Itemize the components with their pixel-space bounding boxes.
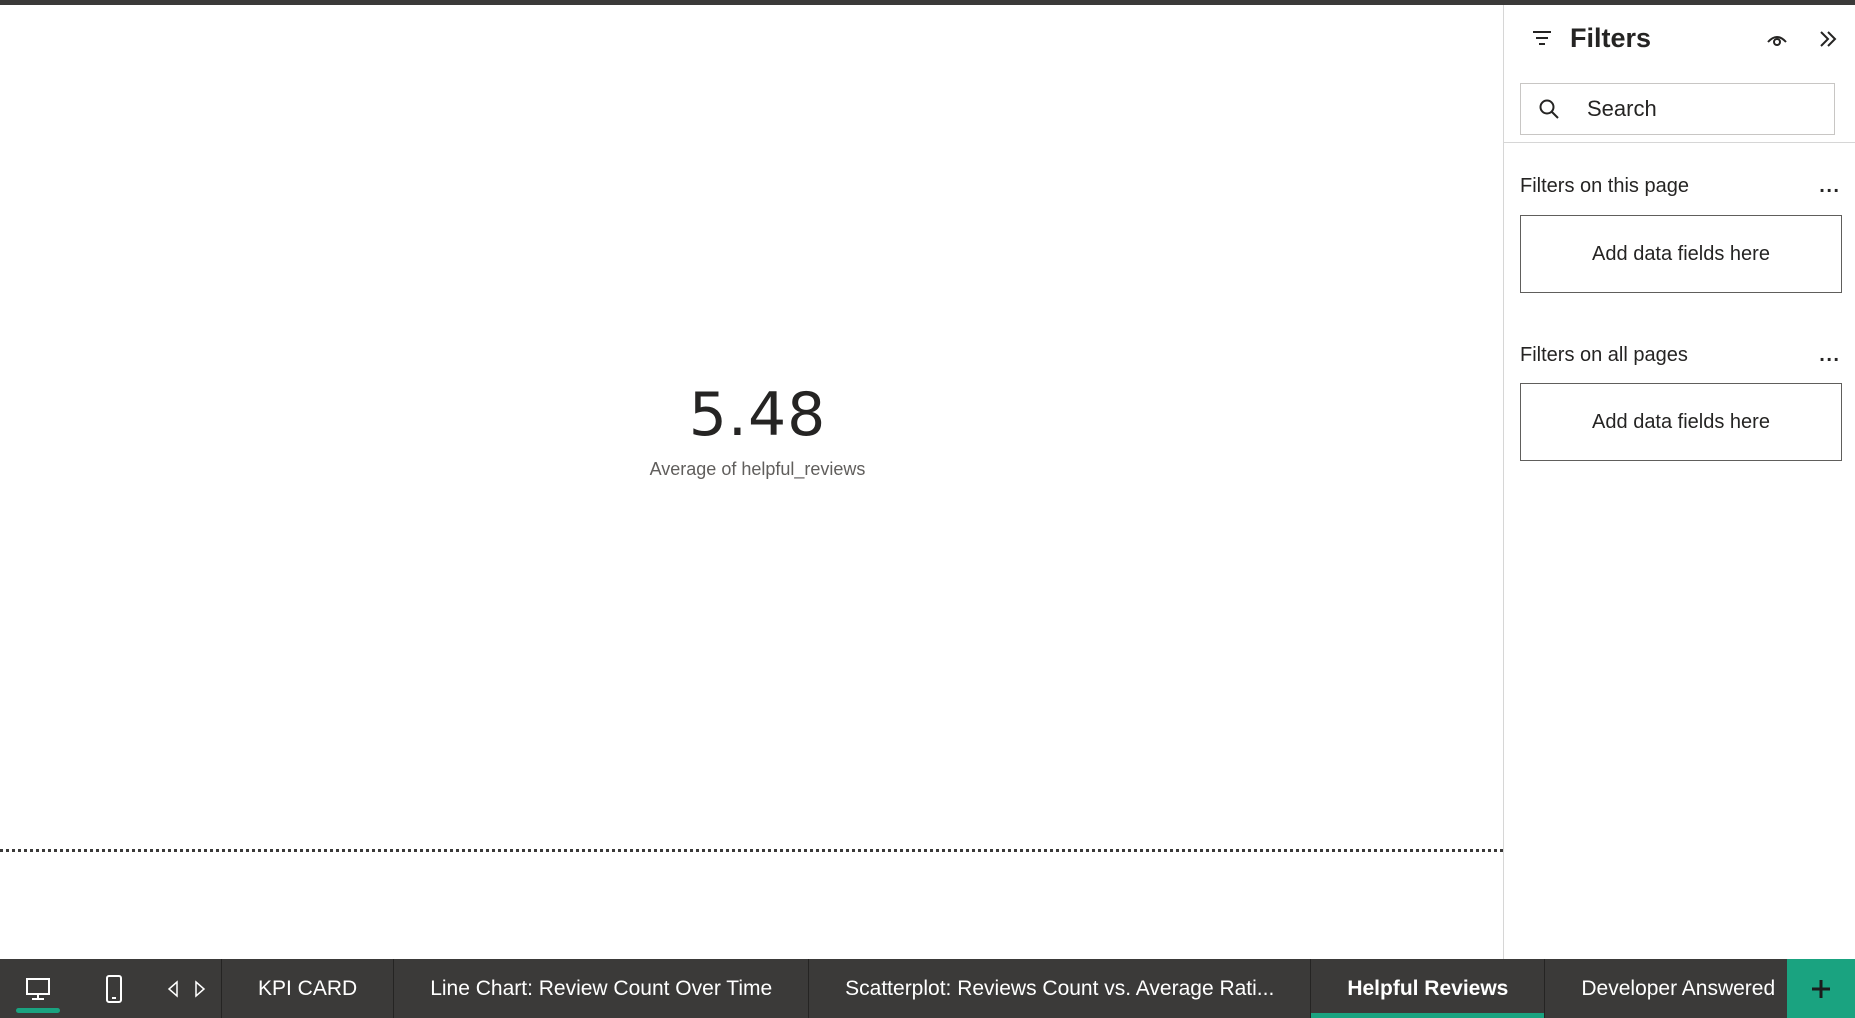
next-page-icon[interactable] (190, 979, 210, 999)
desktop-layout-button[interactable] (0, 959, 76, 1018)
add-page-button[interactable] (1787, 959, 1855, 1018)
page-tab-bar: KPI CARD Line Chart: Review Count Over T… (0, 959, 1855, 1018)
report-canvas: 5.48 Average of helpful_reviews (0, 5, 1503, 959)
filters-on-this-page-title: Filters on this page (1520, 175, 1689, 197)
tab-kpi-card[interactable]: KPI CARD (222, 959, 395, 1018)
tab-line-chart[interactable]: Line Chart: Review Count Over Time (394, 959, 810, 1018)
eye-icon[interactable] (1766, 31, 1788, 49)
filters-on-all-pages-more-button[interactable]: ... (1819, 346, 1840, 365)
page-nav-arrows (152, 959, 222, 1018)
page-boundary-line (0, 849, 1503, 852)
filters-on-all-pages-drop-well[interactable]: Add data fields here (1520, 383, 1842, 461)
tab-developer-answered[interactable]: Developer Answered (1545, 959, 1813, 1018)
tab-scatterplot[interactable]: Scatterplot: Reviews Count vs. Average R… (809, 959, 1312, 1018)
kpi-card[interactable]: 5.48 Average of helpful_reviews (0, 385, 1515, 480)
search-input[interactable] (1587, 93, 1817, 125)
filters-pane: Filters Filters on this page ... Add dat… (1503, 5, 1855, 959)
previous-page-icon[interactable] (163, 979, 183, 999)
filters-on-this-page-more-button[interactable]: ... (1819, 177, 1840, 196)
desktop-icon (26, 977, 50, 1000)
tab-helpful-reviews[interactable]: Helpful Reviews (1311, 959, 1546, 1018)
filters-on-all-pages-title: Filters on all pages (1520, 344, 1688, 366)
mobile-layout-button[interactable] (76, 959, 152, 1018)
search-icon (1539, 99, 1559, 119)
kpi-label: Average of helpful_reviews (649, 459, 866, 479)
kpi-value: 5.48 (688, 380, 827, 450)
mobile-icon (106, 974, 122, 1003)
filter-search-box[interactable] (1520, 83, 1835, 135)
filters-on-this-page-drop-well[interactable]: Add data fields here (1520, 215, 1842, 293)
filters-pane-title: Filters (1570, 23, 1652, 53)
collapse-pane-icon[interactable] (1816, 27, 1840, 51)
filters-pane-header: Filters (1504, 5, 1855, 143)
plus-icon (1812, 979, 1830, 998)
filter-icon (1533, 31, 1551, 45)
